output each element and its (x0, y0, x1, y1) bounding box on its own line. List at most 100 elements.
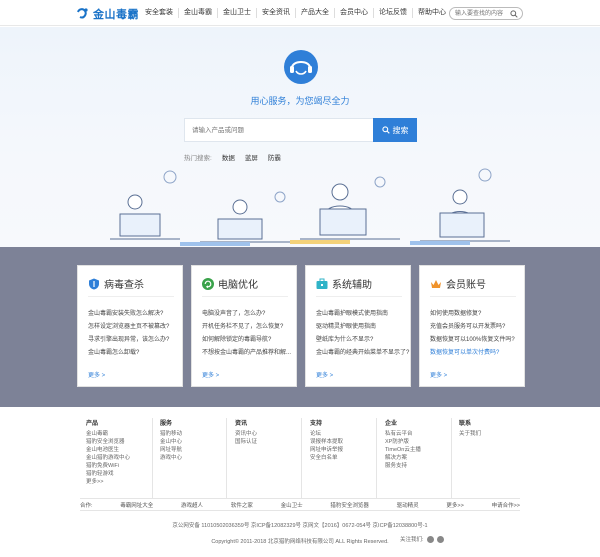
faq-link[interactable]: 不想按金山毒霸的产品推荐和解... (202, 347, 291, 360)
brand-logo[interactable]: 金山毒霸 (76, 6, 139, 22)
divider (316, 296, 402, 297)
search-button[interactable]: 搜索 (373, 118, 417, 142)
footer-link[interactable]: 误报样本提取 (310, 438, 382, 446)
faq-link[interactable]: 金山毒霸安装失败怎么解决? (88, 308, 169, 321)
faq-link[interactable]: 驱动精灵护眼使用指南 (316, 321, 409, 334)
faq-link[interactable]: 充值会员服务可以开发票吗? (430, 321, 515, 334)
footer-link[interactable]: 金山中心 (160, 438, 232, 446)
faq-link[interactable]: 电脑没声音了，怎么办? (202, 308, 291, 321)
wechat-icon[interactable] (436, 535, 444, 543)
hero-section: 用心服务，为您竭尽全力 搜索 热门搜索: 数据 蓝屏 防霸 (0, 27, 600, 247)
footer-link[interactable]: 私有云平台 (385, 430, 457, 438)
crown-icon (431, 279, 441, 288)
search-icon[interactable] (510, 10, 518, 18)
nav-item[interactable]: 帮助中心 (412, 8, 451, 18)
nav-item[interactable]: 金山毒霸 (178, 8, 217, 18)
footer-column-products: 产品 金山毒霸 猎豹安全浏览器 金山电池医生 金山猎豹游戏中心 猎豹免费WiFi… (86, 418, 158, 486)
footer-link[interactable]: 更多>> (86, 478, 158, 486)
footer-link[interactable]: 资讯中心 (235, 430, 307, 438)
divider (301, 418, 302, 498)
faq-link[interactable]: 如何解除锁定的毒霸导航? (202, 334, 291, 347)
faq-link[interactable]: 金山毒霸怎么卸载? (88, 347, 169, 360)
nav-item[interactable]: 安全资讯 (256, 8, 295, 18)
footer-link[interactable]: 网址导航 (160, 446, 232, 454)
footer-link[interactable]: 服务支持 (385, 462, 457, 470)
footer-link[interactable]: 游戏中心 (160, 454, 232, 462)
footer-link[interactable]: 猎豹免费WiFi (86, 462, 158, 470)
partner-link[interactable]: 申请合作>> (492, 501, 520, 509)
partners-label: 合作: (80, 502, 93, 509)
footer-column-enterprise: 企业 私有云平台 XP防护版 TimeOn云主播 解决方案 服务支持 (385, 418, 457, 470)
nav-item[interactable]: 产品大全 (295, 8, 334, 18)
hot-label: 热门搜索: (184, 155, 212, 162)
shield-icon (89, 278, 99, 289)
header-search (449, 7, 523, 20)
hot-keyword[interactable]: 数据 (222, 152, 235, 162)
card-header: 系统辅助 (316, 276, 372, 291)
footer-link[interactable]: 解决方案 (385, 454, 457, 462)
faq-link[interactable]: 壁纸库为什么不显示? (316, 334, 409, 347)
footer-link[interactable]: 国际认证 (235, 438, 307, 446)
divider (226, 418, 227, 498)
footer-link[interactable]: 金山毒霸 (86, 430, 158, 438)
faq-link[interactable]: 金山毒霸护眼模式使用指南 (316, 308, 409, 321)
footer-column-title: 资讯 (235, 421, 248, 427)
footer-link[interactable]: 网址申诉举报 (310, 446, 382, 454)
more-link[interactable]: 更多 > (88, 370, 105, 379)
card-header: 病毒查杀 (88, 276, 144, 291)
divider (202, 296, 288, 297)
hot-keyword[interactable]: 蓝屏 (245, 152, 258, 162)
footer-column-title: 支持 (310, 421, 323, 427)
faq-list: 金山毒霸护眼模式使用指南 驱动精灵护眼使用指南 壁纸库为什么不显示? 金山毒霸的… (316, 308, 409, 360)
faq-link[interactable]: 数据恢复可以100%恢复文件吗? (430, 334, 515, 347)
hero-slogan: 用心服务，为您竭尽全力 (250, 96, 350, 106)
more-link[interactable]: 更多 > (430, 370, 447, 379)
nav-item[interactable]: 安全套装 (140, 8, 178, 18)
faq-link[interactable]: 寻求引擎出现异常，该怎么办? (88, 334, 169, 347)
refresh-icon (202, 277, 214, 290)
faq-link[interactable]: 怎样设定浏览器主页不被篡改? (88, 321, 169, 334)
header-search-input[interactable] (450, 8, 510, 19)
footer-column-support: 支持 论坛 误报样本提取 网址申诉举报 安全白名单 (310, 418, 382, 462)
footer-link[interactable]: 金山电池医生 (86, 446, 158, 454)
hot-keyword[interactable]: 防霸 (268, 152, 281, 162)
footer-link[interactable]: 猎豹移动 (160, 430, 232, 438)
faq-link[interactable]: 数据恢复可以单次付费吗? (430, 347, 515, 360)
footer-link[interactable]: 安全白名单 (310, 454, 382, 462)
card-virus-scan: 病毒查杀 金山毒霸安装失败怎么解决? 怎样设定浏览器主页不被篡改? 寻求引擎出现… (77, 265, 183, 387)
partner-link[interactable]: 软件之家 (231, 501, 253, 509)
footer-column-title: 服务 (160, 421, 173, 427)
partner-link[interactable]: 更多>> (446, 501, 463, 509)
follow-label: 关注我们: (400, 537, 424, 543)
footer-column-title: 联系 (459, 421, 472, 427)
footer-link[interactable]: 猎豹安全浏览器 (86, 438, 158, 446)
nav-item[interactable]: 论坛反馈 (373, 8, 412, 18)
support-agents-illustration (110, 168, 510, 246)
footer-column-services: 服务 猎豹移动 金山中心 网址导航 游戏中心 (160, 418, 232, 462)
footer-link[interactable]: 论坛 (310, 430, 382, 438)
more-link[interactable]: 更多 > (202, 370, 219, 379)
footer-link[interactable]: TimeOn云主播 (385, 446, 457, 454)
weibo-icon[interactable] (426, 535, 434, 543)
nav-item[interactable]: 金山卫士 (217, 8, 256, 18)
faq-link[interactable]: 金山毒霸的经典开始菜单不显示了? (316, 347, 409, 360)
divider (88, 296, 174, 297)
faq-link[interactable]: 开机任务栏不见了，怎么恢复? (202, 321, 291, 334)
brand-name: 金山毒霸 (93, 9, 139, 21)
card-header: 电脑优化 (202, 276, 258, 291)
more-link[interactable]: 更多 > (316, 370, 333, 379)
partner-link[interactable]: 游戏超人 (181, 501, 203, 509)
footer-link[interactable]: XP防护版 (385, 438, 457, 446)
divider (376, 418, 377, 498)
footer-link[interactable]: 关于我们 (459, 430, 531, 438)
nav-item[interactable]: 会员中心 (334, 8, 373, 18)
faq-link[interactable]: 如何使用数据修复? (430, 308, 515, 321)
partner-link[interactable]: 猎豹安全浏览器 (330, 501, 369, 509)
partner-link[interactable]: 毒霸网址大全 (120, 501, 153, 509)
main-search-input[interactable] (185, 119, 365, 141)
partner-link[interactable]: 驱动精灵 (397, 501, 419, 509)
footer-column-title: 企业 (385, 421, 398, 427)
footer-link[interactable]: 金山猎豹游戏中心 (86, 454, 158, 462)
footer-link[interactable]: 猎豹轻游戏 (86, 470, 158, 478)
partner-link[interactable]: 金山卫士 (281, 501, 303, 509)
